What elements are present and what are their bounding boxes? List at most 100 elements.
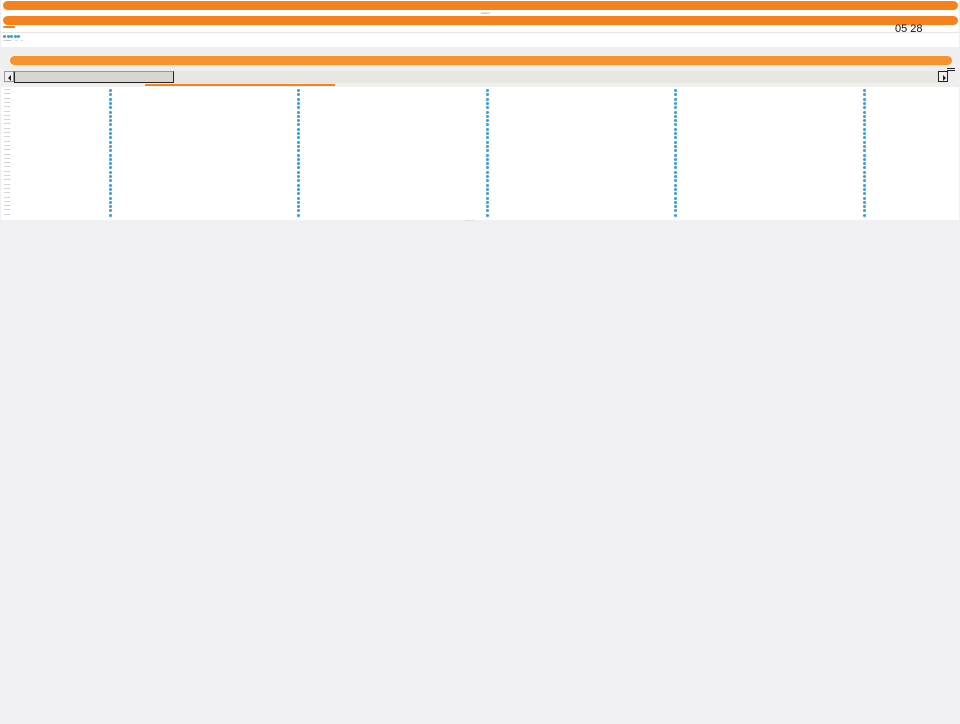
cell-indicator-col-4[interactable] bbox=[674, 209, 677, 213]
cell-indicator-col-5[interactable] bbox=[863, 175, 866, 178]
cell-indicator-col-3[interactable] bbox=[486, 196, 489, 200]
breadcrumb-item[interactable]: ▪▪ bbox=[21, 40, 22, 42]
cell-indicator-col-5[interactable] bbox=[863, 106, 866, 110]
cell-indicator-col-4[interactable] bbox=[674, 149, 677, 153]
cell-indicator-col-5[interactable] bbox=[863, 196, 866, 200]
cell-indicator-col-5[interactable] bbox=[863, 192, 866, 196]
cell-indicator-col-2[interactable] bbox=[297, 127, 300, 131]
cell-indicator-col-2[interactable] bbox=[297, 123, 300, 127]
cell-indicator-col-1[interactable] bbox=[109, 144, 112, 148]
cell-indicator-col-1[interactable] bbox=[109, 209, 112, 213]
cell-indicator-col-5[interactable] bbox=[863, 101, 866, 105]
cell-indicator-col-4[interactable] bbox=[674, 157, 677, 161]
cell-indicator-col-4[interactable] bbox=[674, 187, 677, 191]
cell-indicator-col-4[interactable] bbox=[674, 179, 677, 183]
cell-indicator-col-2[interactable] bbox=[297, 136, 300, 140]
cell-indicator-col-2[interactable] bbox=[297, 196, 300, 200]
cell-indicator-col-1[interactable] bbox=[109, 153, 112, 157]
cell-indicator-col-5[interactable] bbox=[863, 144, 866, 148]
cell-indicator-col-5[interactable] bbox=[863, 153, 866, 157]
cell-indicator-col-3[interactable] bbox=[486, 101, 489, 105]
status-dot[interactable] bbox=[17, 35, 20, 38]
cell-indicator-col-5[interactable] bbox=[863, 114, 866, 118]
cell-indicator-col-2[interactable] bbox=[297, 205, 300, 209]
top-banner[interactable] bbox=[3, 1, 958, 10]
cell-indicator-col-3[interactable] bbox=[486, 153, 489, 157]
cell-indicator-col-2[interactable] bbox=[297, 93, 300, 97]
cell-indicator-col-1[interactable] bbox=[109, 175, 112, 178]
cell-indicator-col-2[interactable] bbox=[297, 101, 300, 105]
cell-indicator-col-5[interactable] bbox=[863, 200, 866, 204]
cell-indicator-col-4[interactable] bbox=[674, 89, 677, 92]
cell-indicator-col-2[interactable] bbox=[297, 149, 300, 153]
cell-indicator-col-4[interactable] bbox=[674, 106, 677, 110]
cell-indicator-col-4[interactable] bbox=[674, 119, 677, 123]
cell-indicator-col-4[interactable] bbox=[674, 192, 677, 196]
cell-indicator-col-3[interactable] bbox=[486, 166, 489, 170]
cell-indicator-col-3[interactable] bbox=[486, 97, 489, 101]
cell-indicator-col-1[interactable] bbox=[109, 106, 112, 110]
cell-indicator-col-1[interactable] bbox=[109, 114, 112, 118]
cell-indicator-col-1[interactable] bbox=[109, 179, 112, 183]
cell-indicator-col-1[interactable] bbox=[109, 213, 112, 217]
cell-indicator-col-1[interactable] bbox=[109, 187, 112, 191]
cell-indicator-col-3[interactable] bbox=[486, 179, 489, 183]
cell-indicator-col-2[interactable] bbox=[297, 200, 300, 204]
cell-indicator-col-4[interactable] bbox=[674, 93, 677, 97]
cell-indicator-col-1[interactable] bbox=[109, 123, 112, 127]
cell-indicator-col-4[interactable] bbox=[674, 136, 677, 140]
cell-indicator-col-2[interactable] bbox=[297, 110, 300, 114]
cell-indicator-col-5[interactable] bbox=[863, 127, 866, 131]
cell-indicator-col-1[interactable] bbox=[109, 170, 112, 174]
cell-indicator-col-3[interactable] bbox=[486, 106, 489, 110]
cell-indicator-col-5[interactable] bbox=[863, 93, 866, 97]
secondary-banner[interactable] bbox=[3, 16, 958, 25]
cell-indicator-col-3[interactable] bbox=[486, 205, 489, 209]
cell-indicator-col-4[interactable] bbox=[674, 127, 677, 131]
cell-indicator-col-1[interactable] bbox=[109, 192, 112, 196]
cell-indicator-col-2[interactable] bbox=[297, 97, 300, 101]
cell-indicator-col-2[interactable] bbox=[297, 89, 300, 92]
cell-indicator-col-4[interactable] bbox=[674, 144, 677, 148]
cell-indicator-col-5[interactable] bbox=[863, 149, 866, 153]
cell-indicator-col-3[interactable] bbox=[486, 127, 489, 131]
cell-indicator-col-4[interactable] bbox=[674, 153, 677, 157]
cell-indicator-col-1[interactable] bbox=[109, 97, 112, 101]
cell-indicator-col-1[interactable] bbox=[109, 127, 112, 131]
cell-indicator-col-2[interactable] bbox=[297, 179, 300, 183]
cell-indicator-col-5[interactable] bbox=[863, 110, 866, 114]
cell-indicator-col-2[interactable] bbox=[297, 162, 300, 166]
cell-indicator-col-5[interactable] bbox=[863, 140, 866, 144]
cell-indicator-col-5[interactable] bbox=[863, 209, 866, 213]
table-row[interactable]: ▪▪▪ ▪▪▪▪▪ bbox=[1, 213, 959, 218]
cell-indicator-col-3[interactable] bbox=[486, 192, 489, 196]
cell-indicator-col-4[interactable] bbox=[674, 170, 677, 174]
cell-indicator-col-1[interactable] bbox=[109, 110, 112, 114]
horizontal-scrollbar[interactable] bbox=[4, 71, 948, 83]
cell-indicator-col-5[interactable] bbox=[863, 89, 866, 92]
cell-indicator-col-2[interactable] bbox=[297, 119, 300, 123]
cell-indicator-col-3[interactable] bbox=[486, 140, 489, 144]
cell-indicator-col-5[interactable] bbox=[863, 179, 866, 183]
cell-indicator-col-1[interactable] bbox=[109, 157, 112, 161]
cell-indicator-col-5[interactable] bbox=[863, 187, 866, 191]
cell-indicator-col-2[interactable] bbox=[297, 132, 300, 135]
cell-indicator-col-4[interactable] bbox=[674, 196, 677, 200]
cell-indicator-col-3[interactable] bbox=[486, 123, 489, 127]
cell-indicator-col-2[interactable] bbox=[297, 166, 300, 170]
cell-indicator-col-3[interactable] bbox=[486, 114, 489, 118]
cell-indicator-col-2[interactable] bbox=[297, 183, 300, 187]
cell-indicator-col-5[interactable] bbox=[863, 119, 866, 123]
cell-indicator-col-4[interactable] bbox=[674, 200, 677, 204]
cell-indicator-col-3[interactable] bbox=[486, 89, 489, 92]
cell-indicator-col-5[interactable] bbox=[863, 97, 866, 101]
cell-indicator-col-2[interactable] bbox=[297, 114, 300, 118]
cell-indicator-col-5[interactable] bbox=[863, 170, 866, 174]
cell-indicator-col-4[interactable] bbox=[674, 175, 677, 178]
cell-indicator-col-2[interactable] bbox=[297, 153, 300, 157]
cell-indicator-col-3[interactable] bbox=[486, 136, 489, 140]
cell-indicator-col-4[interactable] bbox=[674, 205, 677, 209]
cell-indicator-col-2[interactable] bbox=[297, 144, 300, 148]
action-banner[interactable] bbox=[10, 56, 952, 65]
breadcrumb-item[interactable]: ▪ ▪ ▪▪▪▪▪▪▪▪ bbox=[3, 40, 11, 42]
